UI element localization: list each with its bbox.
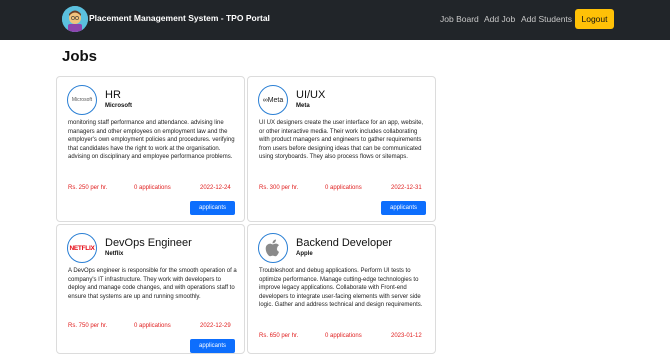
page-title: Jobs	[62, 48, 98, 65]
job-title: DevOps Engineer	[105, 237, 192, 249]
brand-title[interactable]: Placement Management System - TPO Portal	[89, 13, 270, 23]
netflix-logo-icon: NETFLIX	[67, 233, 97, 263]
applicants-button[interactable]: applicants	[190, 339, 235, 353]
top-navbar: Placement Management System - TPO Portal…	[0, 0, 670, 40]
job-title: HR	[105, 89, 121, 101]
job-description: UI UX designers create the user interfac…	[259, 120, 424, 161]
posted-date: 2022-12-24	[200, 185, 231, 191]
logo-text: NETFLIX	[69, 244, 95, 252]
job-description: monitoring staff performance and attenda…	[68, 120, 235, 161]
company-name: Microsoft	[105, 103, 132, 109]
job-card-devops: NETFLIX DevOps Engineer Netflix A DevOps…	[56, 224, 245, 354]
apple-logo-icon	[258, 233, 288, 263]
applications-count: 0 applications	[134, 185, 171, 191]
salary: Rs. 750 per hr.	[68, 323, 108, 329]
job-description: A DevOps engineer is responsible for the…	[68, 268, 237, 300]
microsoft-logo-icon: Microsoft	[67, 85, 97, 115]
applications-count: 0 applications	[325, 333, 362, 339]
logo-text: Microsoft	[71, 97, 93, 103]
job-card-uiux: ∞Meta UI/UX Meta UI UX designers create …	[247, 76, 436, 222]
posted-date: 2023-01-12	[391, 333, 422, 339]
applicants-button[interactable]: applicants	[190, 201, 235, 215]
posted-date: 2022-12-29	[200, 323, 231, 329]
job-description: Troubleshoot and debug applications. Per…	[259, 268, 423, 309]
nav-add-students[interactable]: Add Students	[521, 14, 572, 24]
avatar-logo-icon[interactable]	[62, 6, 88, 32]
logout-button[interactable]: Logout	[575, 9, 614, 29]
job-card-backend: Backend Developer Apple Troubleshoot and…	[247, 224, 436, 354]
applications-count: 0 applications	[134, 323, 171, 329]
salary: Rs. 300 per hr.	[259, 185, 299, 191]
logo-text: ∞Meta	[262, 96, 284, 104]
company-name: Apple	[296, 251, 313, 257]
meta-logo-icon: ∞Meta	[258, 85, 288, 115]
applications-count: 0 applications	[325, 185, 362, 191]
job-title: UI/UX	[296, 89, 326, 101]
job-card-hr: Microsoft HR Microsoft monitoring staff …	[56, 76, 245, 222]
applicants-button[interactable]: applicants	[381, 201, 426, 215]
posted-date: 2022-12-31	[391, 185, 422, 191]
nav-job-board[interactable]: Job Board	[440, 14, 479, 24]
company-name: Netflix	[105, 251, 124, 257]
nav-add-job[interactable]: Add Job	[484, 14, 515, 24]
salary: Rs. 250 per hr.	[68, 185, 108, 191]
company-name: Meta	[296, 103, 310, 109]
salary: Rs. 650 per hr.	[259, 333, 299, 339]
job-title: Backend Developer	[296, 237, 393, 249]
